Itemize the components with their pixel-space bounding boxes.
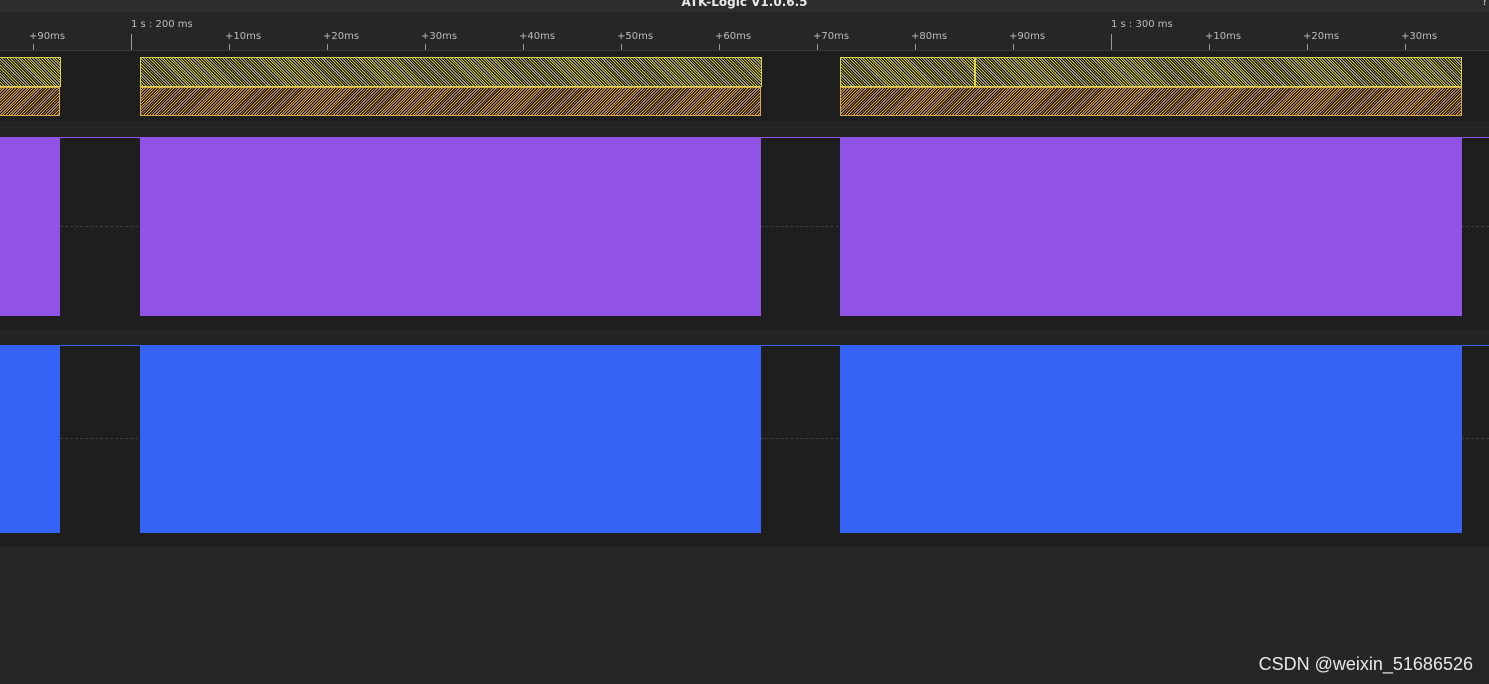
channel-separator (0, 330, 1489, 345)
decoder-packet-lower[interactable] (840, 87, 1462, 116)
ruler-tick-label: +20ms (323, 31, 360, 42)
ruler-tick-label: +20ms (1303, 31, 1340, 42)
ruler-tick (1405, 44, 1406, 50)
ruler-tick-label: +10ms (225, 31, 262, 42)
ruler-tick (1209, 44, 1210, 50)
decoder-packet-upper[interactable] (0, 57, 61, 87)
signal-pulse[interactable] (840, 137, 1462, 316)
title-bar: ATK-Logic V1.0.6.5 ? (0, 0, 1489, 12)
watermark-text: CSDN @weixin_51686526 (1258, 654, 1473, 674)
ruler-tick (523, 44, 524, 50)
ruler-tick-label: +40ms (519, 31, 556, 42)
signal-channel-blue[interactable] (0, 345, 1489, 546)
ruler-tick-label: +90ms (1009, 31, 1046, 42)
ruler-tick (229, 44, 230, 50)
ruler-tick-label: +80ms (911, 31, 948, 42)
decoder-packet-lower[interactable] (140, 87, 761, 116)
decoder-packet-lower[interactable] (0, 87, 60, 116)
ruler-tick (817, 44, 818, 50)
ruler-tick (1307, 44, 1308, 50)
ruler-tick (33, 44, 34, 50)
ruler-tick-label: +30ms (421, 31, 458, 42)
signal-pulse[interactable] (0, 345, 60, 533)
ruler-tick (425, 44, 426, 50)
ruler-tick (915, 44, 916, 50)
signal-pulse[interactable] (140, 345, 761, 533)
signal-pulse[interactable] (840, 345, 1462, 533)
ruler-tick-label: +70ms (813, 31, 850, 42)
ruler-tick (719, 44, 720, 50)
signal-channel-purple[interactable] (0, 137, 1489, 330)
ruler-marker-label: 1 s : 300 ms (1111, 19, 1173, 30)
ruler-tick-label: +60ms (715, 31, 752, 42)
signal-pulse[interactable] (140, 137, 761, 316)
time-ruler[interactable]: 1 s : 200 ms 1 s : 300 ms +90ms +10ms +2… (0, 12, 1489, 51)
decoder-packet-upper[interactable] (840, 57, 975, 87)
help-icon[interactable]: ? (1482, 0, 1488, 8)
ruler-tick (621, 44, 622, 50)
ruler-major-tick (131, 34, 132, 50)
ruler-tick-label: +50ms (617, 31, 654, 42)
decoder-packet-upper[interactable] (140, 57, 762, 87)
ruler-tick (1013, 44, 1014, 50)
ruler-tick (327, 44, 328, 50)
signal-pulse[interactable] (0, 137, 60, 316)
ruler-tick-label: +90ms (29, 31, 66, 42)
decoder-packet-upper[interactable] (975, 57, 1462, 87)
decoder-channel[interactable] (0, 51, 1489, 121)
app-title: ATK-Logic V1.0.6.5 (681, 0, 808, 9)
ruler-tick-label: +10ms (1205, 31, 1242, 42)
channel-separator (0, 121, 1489, 137)
ruler-major-tick (1111, 34, 1112, 50)
ruler-tick-label: +30ms (1401, 31, 1438, 42)
ruler-marker-label: 1 s : 200 ms (131, 19, 193, 30)
